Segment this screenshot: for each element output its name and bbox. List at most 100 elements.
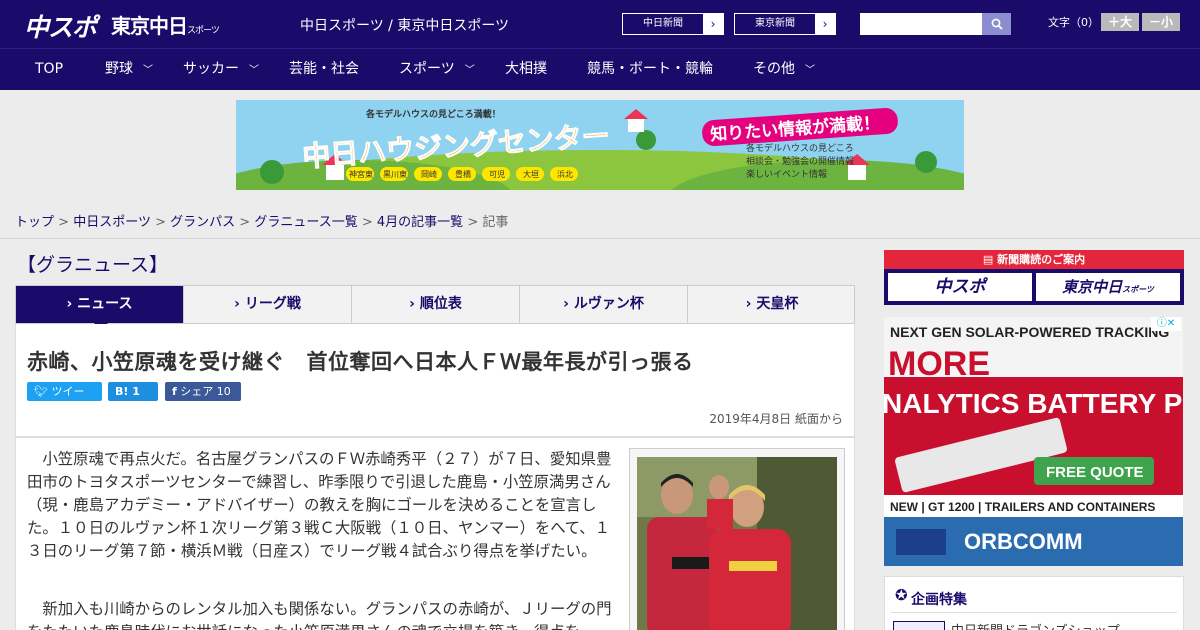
font-size-label: 文字（0） [1048, 16, 1099, 29]
nav-item-sumo[interactable]: 大相撲 [505, 49, 547, 91]
nav-item-other[interactable]: その他 ﹀ [753, 49, 815, 91]
article-body: 小笠原魂で再点火だ。名古屋グランパスのＦＷ赤崎秀平（２７）が７日、愛知県豊田市の… [15, 437, 855, 630]
ad-cta: FREE QUOTE [1046, 464, 1144, 481]
paper-link-label: 東京新聞 [755, 18, 795, 29]
ribbon-icon: ✪ [895, 586, 908, 604]
main-nav: TOP 野球 ﹀ サッカー ﹀ 芸能・社会 スポーツ ﹀ 大相撲 競馬・ボート・競輪 … [0, 48, 1200, 90]
tab-label: ルヴァン杯 [573, 296, 644, 312]
search-icon [991, 18, 1003, 30]
tab-label: リーグ戦 [244, 296, 301, 312]
housing-center-banner[interactable]: 各モデルハウスの見どころ満載！ 中日ハウジングセンター 知りたい情報が満載！ 各… [236, 100, 964, 190]
breadcrumb-link-top[interactable]: トップ [15, 215, 54, 230]
section-tabs: › ニュース › リーグ戦 › 順位表 › ルヴァン杯 › 天皇杯 [15, 285, 856, 330]
nav-label: TOP [35, 61, 64, 77]
breadcrumb-separator: > [155, 215, 166, 230]
banner-art: 各モデルハウスの見どころ満載！ 中日ハウジングセンター 知りたい情報が満載！ 各… [236, 100, 964, 190]
divider [0, 238, 1200, 239]
nav-item-entertainment[interactable]: 芸能・社会 [289, 49, 359, 91]
ad-big2: NALYTICS BATTERY P [884, 388, 1182, 419]
tweet-button[interactable]: 🐦︎ ツイート [27, 382, 102, 417]
chevron-down-icon: ﹀ [805, 65, 815, 76]
ad-choices-icon[interactable]: ⓘ✕ [1151, 317, 1181, 331]
chunichi-shimbun-link[interactable]: 中日新聞 › [622, 13, 724, 35]
nav-label: 大相撲 [505, 61, 547, 77]
ad-brand: ORBCOMM [964, 529, 1083, 554]
article-paragraph: 新加入も川崎からのレンタル加入も関係ない。グランパスの赤崎が、Ｊリーグの門をたた… [27, 600, 612, 630]
search-input[interactable] [860, 13, 982, 35]
banner-location: 大垣 [523, 169, 539, 179]
article-photo[interactable] [637, 457, 837, 630]
nav-label: 芸能・社会 [289, 61, 359, 77]
banner-location: 黒川東 [383, 169, 407, 179]
paper-link-label: 中日新聞 [643, 18, 683, 29]
breadcrumb-link-grampus[interactable]: グランパス [170, 215, 235, 230]
nav-label: サッカー [183, 61, 239, 77]
search-button[interactable] [982, 13, 1011, 35]
section-title: 【グラニュース】 [17, 254, 169, 276]
nav-label: 競馬・ボート・競輪 [587, 61, 713, 77]
ad-art: NEXT GEN SOLAR-POWERED TRACKING MORE NAL… [884, 317, 1183, 566]
tab-label: 順位表 [419, 296, 462, 312]
article-date: 2019年4月8日 紙面から [709, 412, 843, 426]
nav-item-top[interactable]: TOP [35, 49, 63, 91]
banner-bullet-2: 相談会・勉強会の開催情報 [746, 155, 854, 166]
tokyo-shimbun-link[interactable]: 東京新聞 › [734, 13, 836, 35]
tab-emperors-cup[interactable]: › 天皇杯 [688, 286, 856, 323]
banner-location: 豊橋 [455, 169, 471, 179]
site-header: 中スポ 東京中日スポーツ 中日スポーツ / 東京中日スポーツ 中日新聞 › 東京… [0, 0, 1200, 48]
site-title: 中日スポーツ / 東京中日スポーツ [300, 18, 510, 34]
tab-standings[interactable]: › 順位表 [352, 286, 520, 323]
nav-item-sports[interactable]: スポーツ ﹀ [399, 49, 475, 91]
breadcrumb-link-april[interactable]: 4月の記事一覧 [377, 215, 463, 230]
orbcomm-ad[interactable]: NEXT GEN SOLAR-POWERED TRACKING MORE NAL… [884, 317, 1183, 566]
feature-thumbnail[interactable] [893, 621, 945, 630]
nav-item-racing[interactable]: 競馬・ボート・競輪 [587, 49, 713, 91]
ad-big1: MORE [888, 345, 990, 383]
tab-label: ニュース [77, 296, 133, 312]
chevron-down-icon: ﹀ [249, 65, 259, 76]
banner-location: 岡崎 [421, 169, 437, 179]
divider [891, 612, 1177, 613]
font-size-down-button[interactable]: －小 [1142, 13, 1180, 31]
chevron-right-icon: › [815, 14, 835, 34]
hatena-bookmark-button[interactable]: B! 1 [108, 382, 158, 401]
subscribe-chuspo-button[interactable]: 中スポ [888, 273, 1032, 301]
nav-item-soccer[interactable]: サッカー ﹀ [183, 49, 259, 91]
breadcrumb-link-chuspo[interactable]: 中日スポーツ [73, 215, 151, 230]
breadcrumb-separator: > [467, 215, 479, 230]
nav-label: 野球 [105, 61, 133, 77]
tab-levain-cup[interactable]: › ルヴァン杯 [520, 286, 688, 323]
tab-label: 天皇杯 [756, 296, 799, 312]
chuspo-logo[interactable]: 中スポ [24, 8, 97, 44]
tab-news[interactable]: › ニュース [16, 286, 184, 330]
banner-bullet-1: 各モデルハウスの見どころ [746, 142, 854, 153]
breadcrumb-link-news-list[interactable]: グラニュース一覧 [254, 215, 357, 230]
breadcrumb-separator: > [239, 215, 251, 230]
ad-product: NEW | GT 1200 | TRAILERS AND CONTAINERS [890, 500, 1155, 514]
feature-box: ✪ 企画特集 中日新聞ドラゴンズショップ [884, 576, 1184, 630]
subscribe-card-sub: スポーツ [1122, 285, 1154, 294]
subscribe-tokyo-chunichi-button[interactable]: 東京中日スポーツ [1036, 273, 1180, 301]
facebook-share-label: シェア 10 [180, 385, 231, 398]
tokyo-logo-sub: スポーツ [187, 26, 220, 36]
facebook-share-button[interactable]: f シェア 10 [165, 382, 241, 401]
font-size-up-button[interactable]: ＋大 [1101, 13, 1139, 31]
subscription-box: ▤ 新聞購読のご案内 中スポ 東京中日スポーツ [884, 250, 1184, 305]
nav-item-baseball[interactable]: 野球 ﹀ [105, 49, 153, 91]
subscribe-card-label: 東京中日 [1062, 278, 1123, 296]
nav-label: スポーツ [399, 61, 455, 77]
subscription-title: ▤ 新聞購読のご案内 [884, 250, 1184, 269]
nav-label: その他 [753, 61, 795, 77]
newspaper-icon: ▤ [982, 253, 998, 266]
tab-league[interactable]: › リーグ戦 [184, 286, 352, 323]
article-photo-frame [629, 448, 845, 630]
player-photo [637, 457, 837, 630]
banner-location: 神宮東 [349, 169, 373, 179]
article-header: 赤崎、小笠原魂を受け継ぐ 首位奪回へ日本人ＦＷ最年長が引っ張る 🐦︎ ツイート … [15, 324, 855, 437]
facebook-icon: f [172, 385, 177, 398]
subscription-title-text: 新聞購読のご案内 [997, 253, 1086, 266]
tokyo-logo-text: 東京中日 [111, 14, 188, 38]
feature-item-link[interactable]: 中日新聞ドラゴンズショップ [951, 620, 1120, 630]
breadcrumb-separator: > [58, 215, 70, 230]
tokyo-chunichi-logo[interactable]: 東京中日スポーツ [111, 10, 220, 39]
